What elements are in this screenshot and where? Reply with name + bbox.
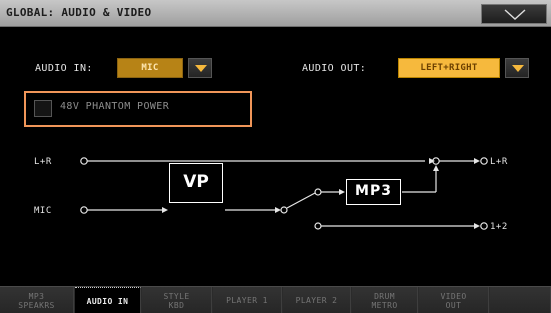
tab-drum-metro[interactable]: DRUM METRO	[352, 287, 418, 313]
tab-empty	[490, 287, 551, 313]
audio-out-select[interactable]: LEFT+RIGHT	[398, 58, 500, 78]
phantom-power-highlight: 48V PHANTOM POWER	[24, 91, 252, 127]
tab-video-out[interactable]: VIDEO OUT	[419, 287, 489, 313]
chevron-down-icon	[504, 9, 526, 20]
phantom-power-checkbox[interactable]	[34, 100, 52, 117]
vp-block: VP	[169, 163, 223, 203]
mp3-block: MP3	[346, 179, 401, 205]
title-bar: GLOBAL: AUDIO & VIDEO	[0, 0, 551, 27]
page-menu-button[interactable]	[481, 4, 547, 24]
dropdown-arrow-icon	[195, 65, 207, 72]
out12-label: 1+2	[490, 222, 508, 232]
tab-player-2[interactable]: PLAYER 2	[283, 287, 351, 313]
tab-player-1[interactable]: PLAYER 1	[213, 287, 282, 313]
audio-out-label: AUDIO OUT:	[302, 63, 367, 74]
tab-audio-in[interactable]: AUDIO IN	[75, 287, 141, 313]
page-title: GLOBAL: AUDIO & VIDEO	[6, 6, 152, 19]
audio-in-dropdown-button[interactable]	[188, 58, 212, 78]
audio-out-dropdown-button[interactable]	[505, 58, 529, 78]
tab-mp3-speakers[interactable]: MP3 SPEAKRS	[0, 287, 74, 313]
tab-bar: MP3 SPEAKRS AUDIO IN STYLE KBD PLAYER 1 …	[0, 286, 551, 313]
phantom-power-label: 48V PHANTOM POWER	[60, 101, 170, 112]
audio-in-select[interactable]: MIC	[117, 58, 183, 78]
audio-in-panel: AUDIO IN: MIC AUDIO OUT: LEFT+RIGHT 48V …	[0, 28, 551, 286]
dropdown-arrow-icon	[512, 65, 524, 72]
lr-input-label: L+R	[34, 157, 52, 167]
lr-output-label: L+R	[490, 157, 508, 167]
mic-input-label: MIC	[34, 206, 52, 216]
audio-in-label: AUDIO IN:	[35, 63, 93, 74]
tab-style-kbd[interactable]: STYLE KBD	[142, 287, 212, 313]
